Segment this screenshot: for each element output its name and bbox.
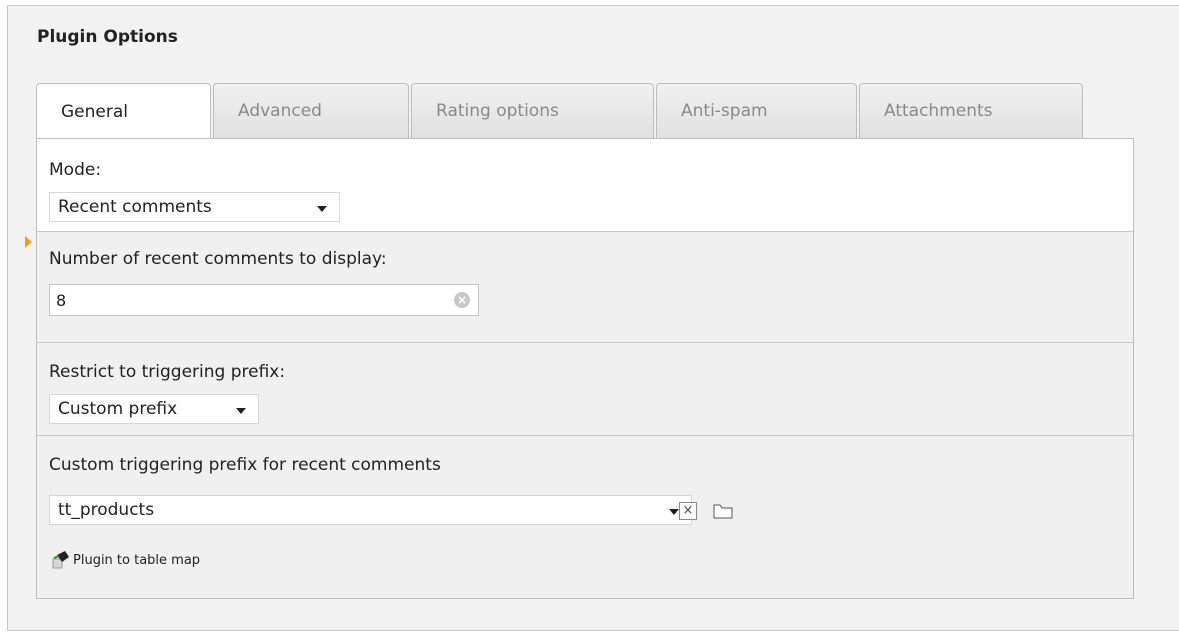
custom-prefix-select[interactable]: tt_products: [49, 495, 692, 525]
tab-attachments[interactable]: Attachments: [859, 83, 1083, 138]
tab-panel-general: Mode: Recent comments Number of recent c…: [36, 138, 1134, 599]
restrict-prefix-value: Custom prefix: [58, 399, 178, 419]
restrict-prefix-label: Restrict to triggering prefix:: [49, 362, 286, 382]
clear-input-icon[interactable]: ×: [454, 292, 470, 308]
mode-select-value: Recent comments: [58, 197, 212, 217]
active-row-marker: [25, 236, 32, 248]
num-comments-input[interactable]: 8 ×: [49, 284, 479, 316]
mode-row: Mode: Recent comments: [37, 139, 1133, 232]
num-comments-value: 8: [56, 290, 67, 310]
restrict-prefix-row: Restrict to triggering prefix: Custom pr…: [37, 343, 1133, 436]
num-comments-label: Number of recent comments to display:: [49, 249, 387, 269]
custom-prefix-value: tt_products: [58, 500, 155, 520]
plugin-to-table-map-link[interactable]: Plugin to table map: [73, 553, 200, 568]
chevron-down-icon: [669, 509, 679, 515]
tab-anti-spam[interactable]: Anti-spam: [656, 83, 857, 138]
tab-general[interactable]: General: [36, 83, 211, 139]
custom-prefix-label: Custom triggering prefix for recent comm…: [49, 455, 441, 475]
mode-label: Mode:: [49, 160, 102, 180]
folder-icon[interactable]: [713, 504, 733, 519]
num-comments-row: Number of recent comments to display: 8 …: [37, 232, 1133, 343]
tab-rating-options[interactable]: Rating options: [411, 83, 654, 138]
chevron-down-icon: [236, 408, 246, 414]
plugin-icon: [52, 551, 69, 569]
mode-select[interactable]: Recent comments: [49, 192, 340, 222]
restrict-prefix-select[interactable]: Custom prefix: [49, 394, 259, 424]
custom-prefix-row: Custom triggering prefix for recent comm…: [37, 436, 1133, 598]
tab-advanced[interactable]: Advanced: [213, 83, 409, 138]
clear-selection-icon[interactable]: ×: [679, 502, 697, 520]
tab-bar: General Advanced Rating options Anti-spa…: [36, 83, 1085, 139]
section-title: Plugin Options: [37, 27, 178, 47]
chevron-down-icon: [317, 206, 327, 212]
